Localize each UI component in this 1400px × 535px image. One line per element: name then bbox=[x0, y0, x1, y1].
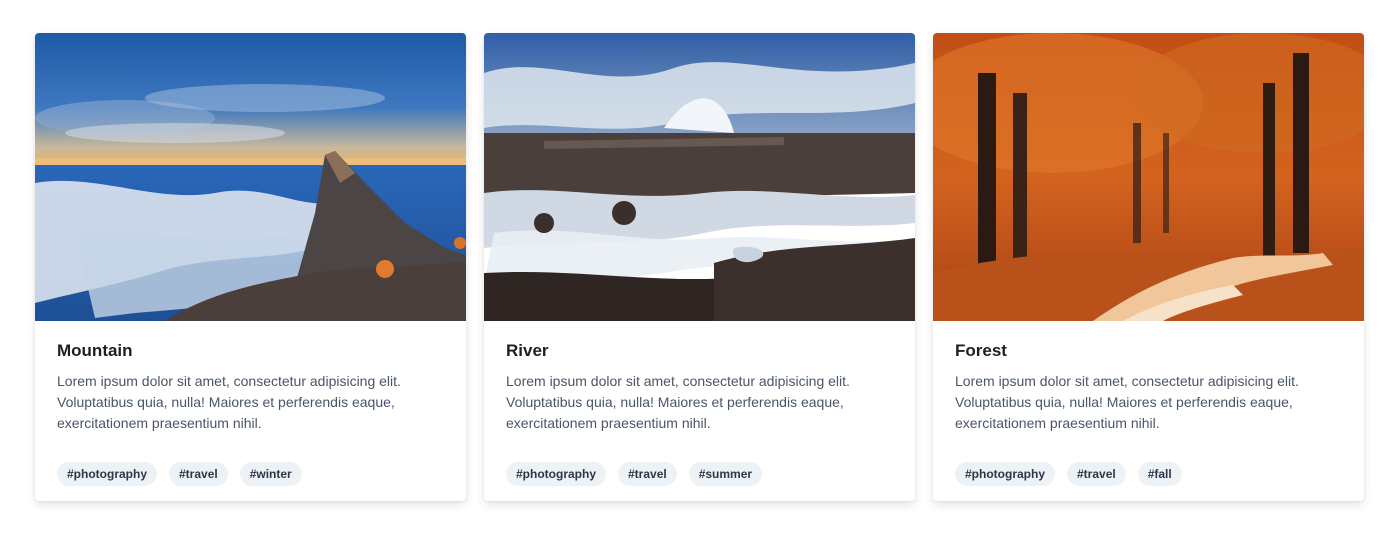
card-title: Mountain bbox=[57, 341, 133, 360]
tag-fall[interactable]: #fall bbox=[1137, 462, 1182, 486]
card-body: Forest Lorem ipsum dolor sit amet, conse… bbox=[933, 321, 1364, 434]
forest-photo bbox=[933, 33, 1364, 321]
card-title: Forest bbox=[955, 341, 1007, 360]
card-description: Lorem ipsum dolor sit amet, consectetur … bbox=[506, 373, 850, 431]
tag-summer[interactable]: #summer bbox=[688, 462, 763, 486]
tag-travel[interactable]: #travel bbox=[1067, 462, 1126, 486]
tag-winter[interactable]: #winter bbox=[239, 462, 302, 486]
card-title: River bbox=[506, 341, 549, 360]
card-image-river bbox=[484, 33, 915, 321]
tag-travel[interactable]: #travel bbox=[618, 462, 677, 486]
card-image-mountain bbox=[35, 33, 466, 321]
card-description: Lorem ipsum dolor sit amet, consectetur … bbox=[955, 373, 1299, 431]
card-forest[interactable]: Forest Lorem ipsum dolor sit amet, conse… bbox=[933, 33, 1364, 501]
card-body: Mountain Lorem ipsum dolor sit amet, con… bbox=[35, 321, 466, 434]
mountain-photo bbox=[35, 33, 466, 321]
tag-photography[interactable]: #photography bbox=[955, 462, 1055, 486]
tag-photography[interactable]: #photography bbox=[57, 462, 157, 486]
tag-list: #photography #travel #winter bbox=[57, 462, 302, 486]
card-body: River Lorem ipsum dolor sit amet, consec… bbox=[484, 321, 915, 434]
card-river[interactable]: River Lorem ipsum dolor sit amet, consec… bbox=[484, 33, 915, 501]
river-photo bbox=[484, 33, 915, 321]
card-image-forest bbox=[933, 33, 1364, 321]
tag-travel[interactable]: #travel bbox=[169, 462, 228, 486]
card-description: Lorem ipsum dolor sit amet, consectetur … bbox=[57, 373, 401, 431]
tag-photography[interactable]: #photography bbox=[506, 462, 606, 486]
card-grid: Mountain Lorem ipsum dolor sit amet, con… bbox=[35, 33, 1364, 501]
tag-list: #photography #travel #summer bbox=[506, 462, 763, 486]
tag-list: #photography #travel #fall bbox=[955, 462, 1182, 486]
card-mountain[interactable]: Mountain Lorem ipsum dolor sit amet, con… bbox=[35, 33, 466, 501]
